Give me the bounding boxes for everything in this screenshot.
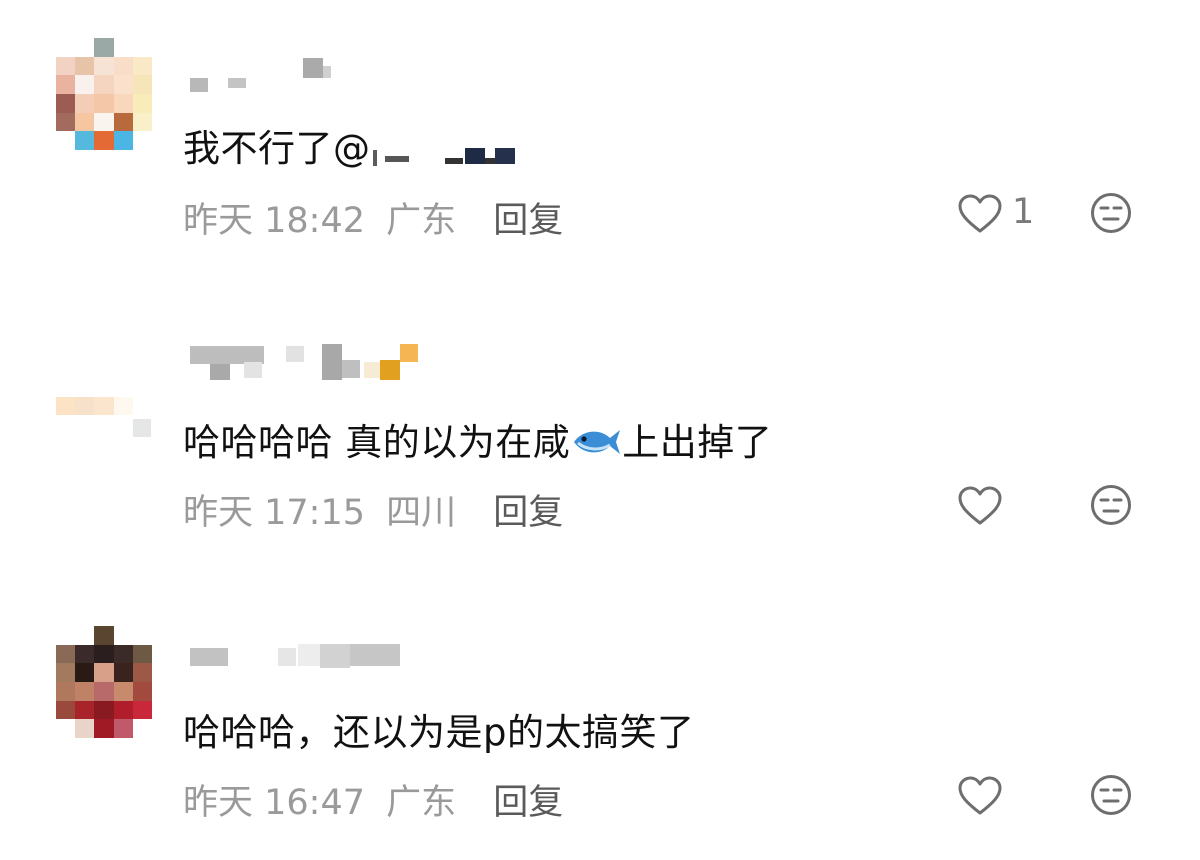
username-redacted[interactable] bbox=[188, 58, 448, 98]
avatar[interactable] bbox=[56, 626, 152, 738]
fish-emoji bbox=[574, 430, 621, 454]
username-redacted[interactable] bbox=[188, 642, 448, 682]
comment-item: 哈哈哈，还以为是p的太搞笑了 昨天 16:47 广东 回复 bbox=[0, 580, 1200, 860]
comment-text-body: 我不行了@ bbox=[183, 127, 371, 170]
comment-item: 哈哈哈哈 真的以为在咸 上出掉了 昨天 17:15 四川 回复 bbox=[0, 290, 1200, 570]
heart-outline-icon[interactable] bbox=[957, 776, 1003, 816]
comment-meta: 昨天 16:47 广东 回复 bbox=[183, 774, 563, 825]
comment-text: 我不行了@ bbox=[183, 118, 521, 172]
heart-outline-icon[interactable] bbox=[957, 194, 1003, 234]
expressionless-face-icon[interactable] bbox=[1090, 774, 1132, 816]
reply-button[interactable]: 回复 bbox=[493, 201, 563, 241]
comment-location: 广东 bbox=[386, 201, 457, 241]
like-count: 1 bbox=[1012, 192, 1035, 232]
comment-meta: 昨天 18:42 广东 回复 bbox=[183, 192, 563, 243]
comment-text-body: 哈哈哈，还以为是p的太搞笑了 bbox=[183, 711, 695, 754]
comment-text: 哈哈哈，还以为是p的太搞笑了 bbox=[183, 702, 695, 756]
comment-text: 哈哈哈哈 真的以为在咸 上出掉了 bbox=[183, 412, 772, 466]
username-redacted[interactable] bbox=[188, 340, 448, 380]
mention-redacted[interactable] bbox=[371, 136, 521, 166]
reply-button[interactable]: 回复 bbox=[493, 493, 563, 533]
comment-location: 四川 bbox=[386, 493, 457, 533]
comment-item: 我不行了@ 昨天 18:42 广东 回复 1 bbox=[0, 0, 1200, 280]
reply-button[interactable]: 回复 bbox=[493, 783, 563, 823]
comment-time: 昨天 18:42 bbox=[183, 201, 365, 241]
avatar-fragment bbox=[133, 419, 151, 437]
expressionless-face-icon[interactable] bbox=[1090, 484, 1132, 526]
comment-meta: 昨天 17:15 四川 回复 bbox=[183, 484, 563, 535]
expressionless-face-icon[interactable] bbox=[1090, 192, 1132, 234]
comment-text-body: 上出掉了 bbox=[622, 421, 773, 464]
avatar[interactable] bbox=[56, 38, 152, 150]
heart-outline-icon[interactable] bbox=[957, 486, 1003, 526]
comment-text-body: 哈哈哈哈 真的以为在咸 bbox=[183, 421, 571, 464]
comment-time: 昨天 16:47 bbox=[183, 783, 365, 823]
comment-time: 昨天 17:15 bbox=[183, 493, 365, 533]
comment-location: 广东 bbox=[386, 783, 457, 823]
